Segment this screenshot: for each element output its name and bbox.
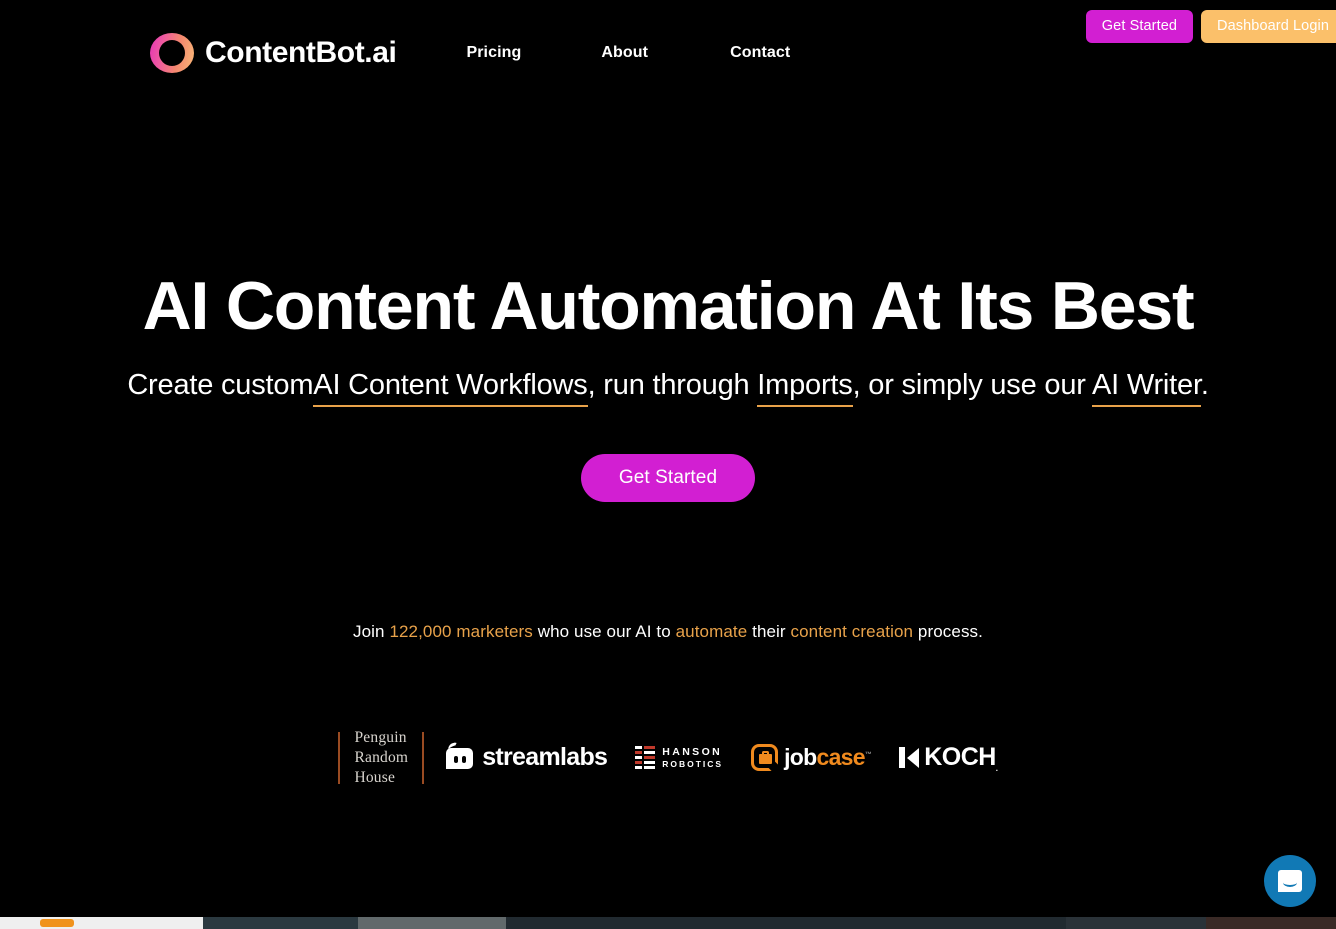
auth-button-group: Get Started Dashboard Login — [1085, 10, 1336, 44]
client-logo-strip: Penguin Random House streamlabs HANSON R… — [0, 728, 1336, 787]
os-taskbar — [0, 917, 1336, 929]
main-navigation: Pricing About Contact — [456, 38, 800, 68]
prh-line-1: Penguin — [354, 729, 407, 746]
jobcase-part-case: case — [816, 744, 866, 771]
social-proof-post: process. — [913, 622, 983, 641]
chat-launcher-button[interactable] — [1264, 855, 1316, 907]
koch-label: KOCH — [924, 742, 996, 771]
link-ai-content-workflows[interactable]: AI Content Workflows — [313, 369, 588, 407]
social-proof-verb: automate — [675, 622, 748, 641]
get-started-top-button[interactable]: Get Started — [1085, 10, 1194, 44]
link-ai-writer[interactable]: AI Writer — [1091, 369, 1201, 407]
koch-trademark: . — [995, 763, 998, 773]
taskbar-item-2[interactable] — [358, 917, 506, 929]
streamlabs-wordmark: streamlabs — [482, 743, 608, 772]
prh-line-3: House — [354, 768, 396, 786]
hanson-line-1: HANSON — [662, 745, 723, 758]
chat-bubble-icon — [1278, 870, 1302, 892]
logo-penguin-random-house: Penguin Random House — [340, 728, 422, 787]
logo-jobcase: jobcase™ — [751, 744, 872, 775]
koch-wordmark: KOCH. — [924, 742, 998, 773]
logo-hanson-robotics: HANSON ROBOTICS — [635, 746, 723, 770]
jobcase-trademark: ™ — [864, 751, 872, 759]
hero-sub-text-3: , or simply use our — [852, 369, 1092, 401]
hero-sub-text-4: . — [1200, 369, 1209, 401]
cta-container: Get Started — [0, 454, 1336, 502]
briefcase-icon — [751, 744, 781, 775]
gradient-ring-icon — [150, 32, 194, 73]
nav-item-about[interactable]: About — [591, 38, 658, 68]
hanson-bars-icon — [635, 746, 656, 770]
social-proof-text: Join 122,000 marketers who use our AI to… — [0, 622, 1336, 642]
taskbar-item-1[interactable] — [203, 917, 358, 929]
streamlabs-icon — [446, 741, 474, 770]
brand-logo[interactable]: ContentBot.ai — [150, 32, 397, 73]
hero-get-started-button[interactable]: Get Started — [580, 454, 756, 502]
jobcase-wordmark: jobcase™ — [784, 744, 872, 771]
logo-koch: KOCH. — [899, 742, 998, 773]
nav-item-contact[interactable]: Contact — [720, 38, 800, 68]
hero-sub-text-1: Create custom — [127, 369, 314, 401]
brand-name: ContentBot.ai — [205, 35, 397, 69]
social-proof-mid-2: their — [747, 622, 791, 641]
jobcase-part-job: job — [784, 744, 817, 771]
koch-mark-icon — [899, 747, 920, 769]
nav-item-pricing[interactable]: Pricing — [456, 38, 531, 68]
link-imports[interactable]: Imports — [757, 369, 853, 407]
social-proof-mid-1: who use our AI to — [532, 622, 676, 641]
divider-right — [422, 731, 425, 784]
landing-page: Get Started Dashboard Login ContentBot.a… — [0, 0, 1336, 929]
hanson-line-2: ROBOTICS — [662, 758, 724, 769]
social-proof-count: 122,000 marketers — [389, 622, 533, 641]
hero-sub-text-2: , run through — [587, 369, 758, 401]
dashboard-login-button[interactable]: Dashboard Login — [1201, 10, 1336, 44]
taskbar-item-5[interactable] — [1206, 917, 1336, 929]
hero-subtitle: Create customAI Content Workflows, run t… — [0, 368, 1336, 407]
taskbar-item-3[interactable] — [506, 917, 1066, 929]
social-proof-pre: Join — [353, 622, 390, 641]
hero-title: AI Content Automation At Its Best — [142, 268, 1195, 344]
taskbar-active-window[interactable] — [0, 917, 203, 929]
logo-streamlabs: streamlabs — [446, 741, 608, 772]
social-proof-noun: content creation — [790, 622, 914, 641]
taskbar-item-4[interactable] — [1066, 917, 1206, 929]
prh-line-2: Random — [354, 748, 409, 766]
